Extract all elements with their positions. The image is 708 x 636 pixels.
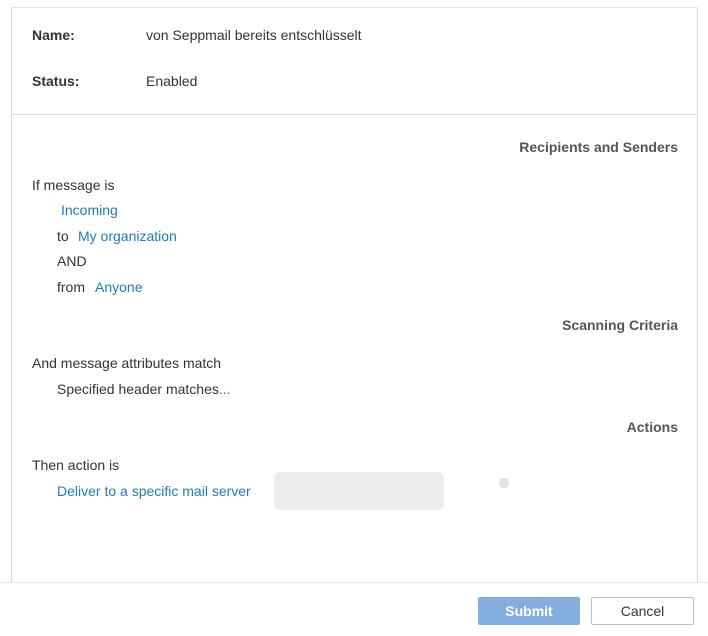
- header-match-criteria: Specified header matches...: [57, 381, 231, 397]
- direction-link[interactable]: Incoming: [61, 202, 118, 218]
- rule-summary: Name: von Seppmail bereits entschlüsselt…: [12, 8, 697, 115]
- scanning-criteria-heading: Scanning Criteria: [562, 317, 678, 333]
- actions-heading: Actions: [626, 419, 678, 435]
- action-link[interactable]: Deliver to a specific mail server: [57, 483, 251, 499]
- recipients-senders-heading: Recipients and Senders: [519, 139, 678, 155]
- name-label: Name:: [32, 27, 75, 43]
- recipients-intro-text: If message is: [32, 177, 115, 193]
- scanning-intro-text: And message attributes match: [32, 355, 222, 371]
- rule-status-value: Enabled: [146, 73, 198, 89]
- status-label: Status:: [32, 73, 80, 89]
- rule-name-value: von Seppmail bereits entschlüsselt: [146, 27, 362, 43]
- from-label: from: [57, 279, 85, 295]
- submit-button[interactable]: Submit: [478, 597, 580, 625]
- redacted-area: [274, 472, 444, 510]
- cancel-button[interactable]: Cancel: [591, 597, 694, 625]
- dialog-footer: Submit Cancel: [0, 582, 708, 636]
- decorative-dot: [499, 478, 509, 488]
- sender-scope-link[interactable]: Anyone: [95, 279, 142, 295]
- to-label: to: [57, 228, 69, 244]
- actions-intro-text: Then action is: [32, 457, 120, 473]
- header-match-link[interactable]: ...: [219, 381, 231, 397]
- header-match-text: Specified header matches: [57, 381, 219, 397]
- and-label: AND: [57, 253, 87, 269]
- recipient-scope-link[interactable]: My organization: [78, 228, 177, 244]
